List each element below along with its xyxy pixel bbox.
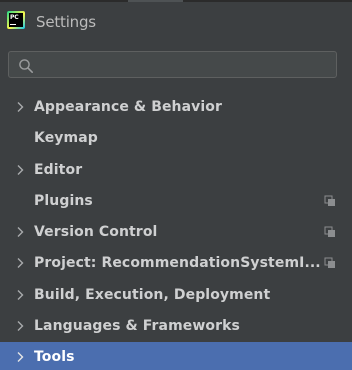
settings-window: PC Settings Appearance & Behavior Keymap E… <box>0 0 352 370</box>
project-scope-icon <box>324 195 335 206</box>
chevron-right-icon[interactable] <box>14 351 26 363</box>
tree-item-tools[interactable]: Tools <box>0 342 352 370</box>
tree-item-build-execution-deployment[interactable]: Build, Execution, Deployment <box>0 280 352 311</box>
tree-item-label: Project: RecommendationSystemI... <box>34 255 321 272</box>
pycharm-logo-bar <box>10 24 16 25</box>
pycharm-logo-inner: PC <box>9 13 23 27</box>
project-scope-icon <box>324 257 335 269</box>
chevron-right-icon[interactable] <box>14 101 26 113</box>
project-scope-icon <box>324 226 335 237</box>
search-icon <box>19 59 33 73</box>
tree-item-editor[interactable]: Editor <box>0 155 352 186</box>
chevron-right-icon[interactable] <box>14 289 26 301</box>
chevron-right-icon[interactable] <box>14 320 26 332</box>
tree-item-plugins[interactable]: Plugins <box>0 186 352 217</box>
pycharm-logo-text: PC <box>10 14 19 21</box>
tree-item-languages-frameworks[interactable]: Languages & Frameworks <box>0 311 352 342</box>
tree-item-appearance-behavior[interactable]: Appearance & Behavior <box>0 92 352 123</box>
pycharm-logo-icon: PC <box>7 11 25 29</box>
tree-item-label: Keymap <box>34 130 98 147</box>
tree-item-label: Editor <box>34 161 83 178</box>
settings-tree: Appearance & Behavior Keymap Editor Plugins… <box>0 92 352 370</box>
window-title: Settings <box>36 13 96 31</box>
tree-item-label: Tools <box>34 349 75 365</box>
tree-item-label: Plugins <box>34 192 93 209</box>
tree-item-label: Build, Execution, Deployment <box>34 286 271 303</box>
tree-item-project-recommendationsystemi[interactable]: Project: RecommendationSystemI... <box>0 248 352 279</box>
tree-item-keymap[interactable]: Keymap <box>0 123 352 154</box>
tree-item-label: Appearance & Behavior <box>34 99 223 115</box>
chevron-right-icon[interactable] <box>14 226 26 238</box>
tree-item-version-control[interactable]: Version Control <box>0 217 352 248</box>
tree-item-label: Version Control <box>34 224 158 240</box>
tree-item-label: Languages & Frameworks <box>34 317 240 334</box>
chevron-right-icon[interactable] <box>14 257 26 269</box>
chevron-right-icon[interactable] <box>14 164 26 176</box>
settings-search-field[interactable] <box>8 51 337 78</box>
search-input[interactable] <box>39 54 329 75</box>
title-bar[interactable]: PC Settings <box>0 2 352 40</box>
